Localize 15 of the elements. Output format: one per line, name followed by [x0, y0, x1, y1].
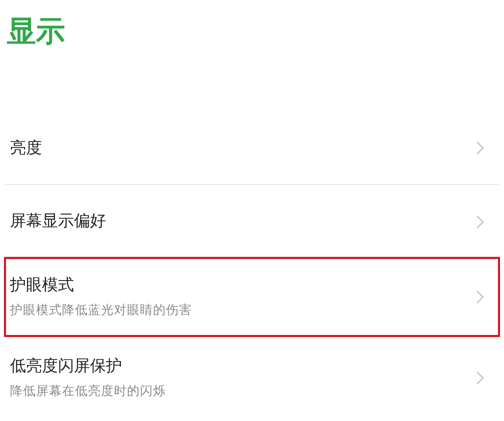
item-label: 护眼模式: [10, 275, 75, 296]
settings-item[interactable]: 低亮度闪屏保护 降低屏幕在低亮度时的闪烁: [4, 337, 500, 417]
item-description: 护眼模式降低蓝光对眼睛的伤害: [10, 302, 192, 319]
item-label: 亮度: [10, 138, 42, 158]
settings-item[interactable]: 屏幕显示偏好: [4, 185, 500, 257]
item-label: 低亮度闪屏保护: [10, 356, 123, 377]
item-description: 降低屏幕在低亮度时的闪烁: [10, 383, 166, 400]
item-label: 屏幕显示偏好: [10, 211, 106, 232]
settings-item[interactable]: 护眼模式 护眼模式降低蓝光对眼睛的伤害: [4, 257, 500, 337]
chevron-icon: [476, 214, 484, 228]
chevron-icon: [476, 290, 484, 304]
chevron-icon: [476, 141, 484, 155]
page-title: 显示: [6, 13, 66, 50]
settings-item[interactable]: 亮度: [4, 110, 500, 185]
chevron-icon: [476, 371, 484, 385]
